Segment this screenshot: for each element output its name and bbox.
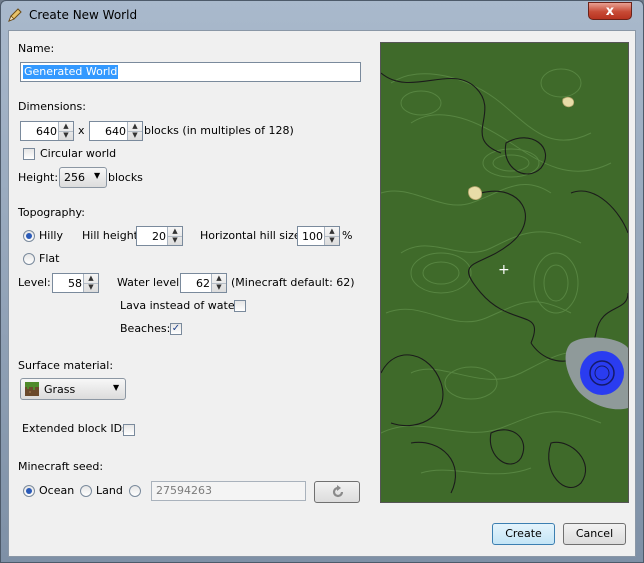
width-spinner[interactable]: 640 ▲ ▼	[20, 121, 74, 141]
length-spinner[interactable]: 640 ▲ ▼	[89, 121, 143, 141]
level-label: Level:	[18, 276, 51, 289]
refresh-icon	[332, 485, 344, 498]
seed-input[interactable]: 27594263	[151, 481, 306, 501]
grass-block-icon	[25, 382, 39, 396]
water-level-down-button[interactable]: ▼	[212, 283, 226, 292]
hill-size-spinner[interactable]: 100 ▲ ▼	[297, 226, 340, 246]
hilly-label: Hilly	[39, 229, 63, 242]
land-label: Land	[96, 484, 123, 497]
create-world-dialog: Create New World x Name: Generated World…	[0, 0, 644, 563]
height-label: Height:	[18, 171, 59, 184]
world-preview-map[interactable]: +	[380, 42, 629, 503]
hill-size-percent-label: %	[342, 229, 353, 242]
custom-seed-radio[interactable]	[129, 485, 141, 497]
flat-label: Flat	[39, 252, 60, 265]
level-spinner[interactable]: 58 ▲ ▼	[52, 273, 99, 293]
circular-world-label: Circular world	[40, 147, 117, 160]
hill-height-label: Hill height:	[82, 229, 142, 242]
width-down-button[interactable]: ▼	[59, 131, 73, 140]
water-level-label: Water level:	[117, 276, 183, 289]
length-down-button[interactable]: ▼	[128, 131, 142, 140]
minecraft-seed-label: Minecraft seed:	[18, 460, 104, 473]
surface-material-select[interactable]: Grass ▼	[20, 378, 126, 400]
chevron-down-icon: ▼	[113, 383, 120, 392]
cancel-button[interactable]: Cancel	[563, 523, 626, 545]
extended-block-ids-checkbox[interactable]	[123, 424, 135, 436]
name-label: Name:	[18, 42, 55, 55]
refresh-seed-button[interactable]	[314, 481, 360, 503]
hill-size-down-button[interactable]: ▼	[325, 236, 339, 245]
dimensions-units-label: blocks (in multiples of 128)	[144, 124, 294, 137]
water-level-spinner[interactable]: 62 ▲ ▼	[180, 273, 227, 293]
lava-checkbox[interactable]	[234, 300, 246, 312]
window-title: Create New World	[29, 8, 138, 22]
level-down-button[interactable]: ▼	[84, 283, 98, 292]
beaches-checkbox[interactable]: ✓	[170, 323, 182, 335]
dimensions-x-label: x	[78, 124, 85, 137]
level-value: 58	[68, 277, 82, 290]
beaches-label: Beaches:	[120, 322, 171, 335]
topography-label: Topography:	[18, 206, 85, 219]
hill-size-value: 100	[302, 230, 323, 243]
length-value: 640	[105, 125, 126, 138]
seed-input-value: 27594263	[156, 484, 212, 497]
name-input-value: Generated World	[23, 65, 119, 79]
close-button[interactable]: x	[588, 2, 632, 20]
width-value: 640	[36, 125, 57, 138]
surface-material-label: Surface material:	[18, 359, 114, 372]
surface-material-value: Grass	[44, 383, 76, 396]
hilly-radio[interactable]	[23, 230, 35, 242]
extended-block-ids-label: Extended block IDs:	[22, 422, 132, 435]
map-cursor: +	[498, 262, 510, 278]
height-units-label: blocks	[108, 171, 143, 184]
land-radio[interactable]	[80, 485, 92, 497]
height-select[interactable]: 256 ▼	[59, 167, 107, 188]
hill-height-down-button[interactable]: ▼	[168, 236, 182, 245]
ocean-label: Ocean	[39, 484, 75, 497]
create-button[interactable]: Create	[492, 523, 555, 545]
title-bar[interactable]: Create New World x	[1, 1, 643, 29]
pencil-icon	[8, 8, 22, 22]
circular-world-checkbox[interactable]	[23, 148, 35, 160]
height-value: 256	[64, 171, 85, 184]
flat-radio[interactable]	[23, 253, 35, 265]
hill-size-label: Horizontal hill size:	[200, 229, 305, 242]
chevron-down-icon: ▼	[94, 171, 101, 180]
name-input[interactable]: Generated World	[20, 62, 361, 82]
ocean-radio[interactable]	[23, 485, 35, 497]
hill-height-value: 20	[152, 230, 166, 243]
dimensions-label: Dimensions:	[18, 100, 86, 113]
hill-height-spinner[interactable]: 20 ▲ ▼	[136, 226, 183, 246]
dialog-body: Name: Generated World Dimensions: 640 ▲ ▼…	[8, 30, 636, 557]
water-default-note: (Minecraft default: 62)	[231, 276, 355, 289]
lava-label: Lava instead of water:	[120, 299, 243, 312]
water-level-value: 62	[196, 277, 210, 290]
